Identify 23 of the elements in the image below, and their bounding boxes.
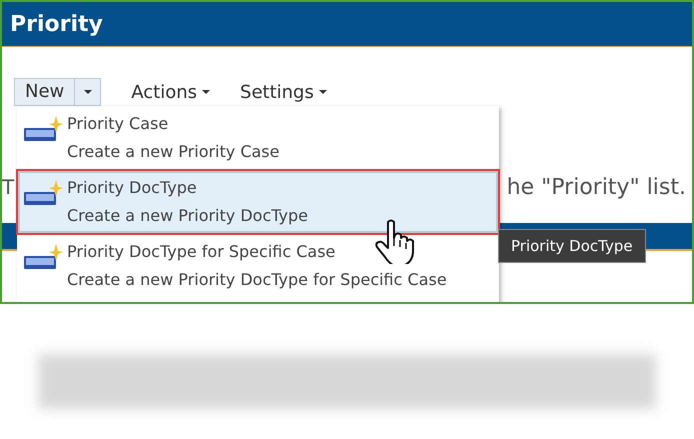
page-title: Priority [10, 12, 103, 36]
item-description: Create a new Priority DocType for Specific Case [67, 269, 447, 291]
item-description: Create a new Priority Case [67, 141, 280, 163]
item-title: Priority DocType for Specific Case [67, 241, 336, 263]
menu-button[interactable]: Actions [131, 82, 210, 102]
caret-icon [84, 90, 92, 94]
caret-icon [318, 90, 327, 94]
new-item-icon [23, 244, 63, 272]
tooltip: Priority DocType [498, 229, 646, 263]
menu-button[interactable]: Settings [240, 82, 327, 102]
item-title: Priority Case [67, 113, 168, 135]
hand-cursor-icon [374, 218, 414, 264]
new-item-icon [23, 116, 63, 144]
item-description: Create a new Priority DocType [67, 205, 308, 227]
new-item-icon [23, 180, 63, 208]
menu-item[interactable]: Priority DocType Create a new Priority DocType [17, 170, 499, 234]
page-text: he "Priority" list. [506, 175, 687, 202]
item-title: Priority DocType [67, 177, 197, 199]
caret-icon [202, 90, 210, 94]
menu-item[interactable]: Priority Case Create a new Priority Case [17, 106, 499, 170]
page-text: T [2, 175, 14, 201]
menu-item[interactable]: Priority DocType for Specific Case Create a new Priority DocType for Specific Case [17, 234, 499, 298]
new-split-button[interactable]: New [14, 78, 102, 106]
